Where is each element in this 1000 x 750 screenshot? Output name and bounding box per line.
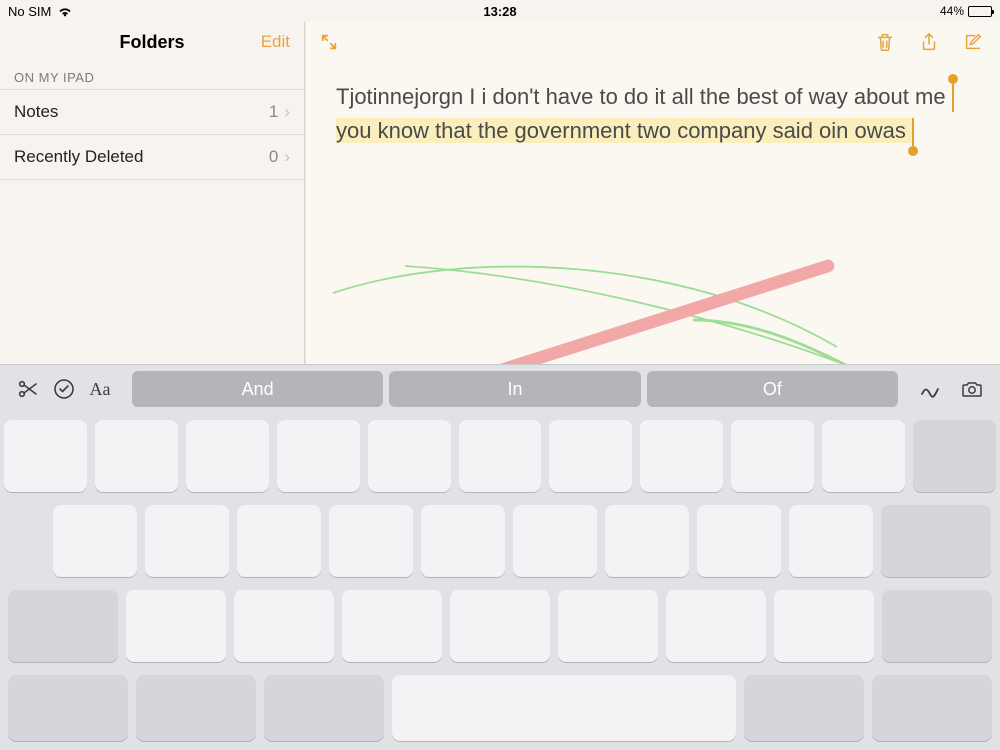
key[interactable] (459, 420, 542, 492)
key[interactable] (237, 505, 321, 577)
carrier-label: No SIM (8, 4, 51, 19)
chevron-right-icon: › (284, 102, 290, 122)
key[interactable] (640, 420, 723, 492)
share-icon[interactable] (918, 30, 942, 54)
key[interactable] (126, 590, 226, 662)
key-numbers[interactable] (744, 675, 864, 741)
key-numbers[interactable] (8, 675, 128, 741)
key[interactable] (145, 505, 229, 577)
key[interactable] (822, 420, 905, 492)
trash-icon[interactable] (874, 30, 898, 54)
key[interactable] (697, 505, 781, 577)
key[interactable] (329, 505, 413, 577)
key-return[interactable] (881, 505, 991, 577)
key[interactable] (789, 505, 873, 577)
battery-icon (968, 6, 992, 17)
key-hide-keyboard[interactable] (872, 675, 992, 741)
key[interactable] (368, 420, 451, 492)
key[interactable] (342, 590, 442, 662)
selection-end-handle[interactable] (912, 118, 914, 146)
note-text-selected: you know that the government two company… (336, 118, 912, 143)
checklist-icon[interactable] (50, 375, 78, 403)
keyboard-row-3 (4, 590, 996, 662)
expand-icon[interactable] (320, 33, 338, 51)
key-backspace[interactable] (913, 420, 996, 492)
scissors-icon[interactable] (14, 375, 42, 403)
sidebar-title: Folders (119, 32, 184, 53)
compose-icon[interactable] (962, 30, 986, 54)
key[interactable] (186, 420, 269, 492)
keyboard-row-1 (4, 420, 996, 492)
text-style-icon[interactable]: Aa (86, 375, 114, 403)
key[interactable] (666, 590, 766, 662)
key[interactable] (558, 590, 658, 662)
sidebar-item-label: Notes (14, 102, 58, 122)
key[interactable] (4, 420, 87, 492)
camera-icon[interactable] (958, 375, 986, 403)
sidebar-item-label: Recently Deleted (14, 147, 143, 167)
note-text: Tjotinnejorgn I i don't have to do it al… (336, 84, 952, 109)
key[interactable] (731, 420, 814, 492)
battery-percent: 44% (940, 4, 964, 18)
key[interactable] (450, 590, 550, 662)
clock: 13:28 (483, 4, 516, 19)
key-shift[interactable] (8, 590, 118, 662)
sidebar-section-label: ON MY IPAD (0, 62, 304, 90)
keyboard-row-2 (4, 505, 996, 577)
key[interactable] (605, 505, 689, 577)
key[interactable] (513, 505, 597, 577)
key[interactable] (421, 505, 505, 577)
key[interactable] (549, 420, 632, 492)
sidebar-item-notes[interactable]: Notes 1 › (0, 90, 304, 135)
sketch-icon[interactable] (916, 375, 944, 403)
wifi-icon (57, 6, 71, 16)
edit-button[interactable]: Edit (261, 32, 290, 52)
key[interactable] (95, 420, 178, 492)
key-emoji[interactable] (136, 675, 256, 741)
keyboard-suggestions: And In Of (132, 371, 898, 407)
key-shift[interactable] (882, 590, 992, 662)
chevron-right-icon: › (284, 147, 290, 167)
suggestion-3[interactable]: Of (647, 371, 898, 407)
keyboard: Aa And In Of (0, 364, 1000, 750)
key[interactable] (53, 505, 137, 577)
sidebar-item-count: 1 (269, 102, 284, 122)
suggestion-1[interactable]: And (132, 371, 383, 407)
key[interactable] (234, 590, 334, 662)
sidebar-item-recently-deleted[interactable]: Recently Deleted 0 › (0, 135, 304, 180)
key-mic[interactable] (264, 675, 384, 741)
status-bar: No SIM 13:28 44% (0, 0, 1000, 22)
note-body[interactable]: Tjotinnejorgn I i don't have to do it al… (306, 62, 1000, 148)
key[interactable] (277, 420, 360, 492)
suggestion-2[interactable]: In (389, 371, 640, 407)
selection-start-handle[interactable] (952, 84, 954, 112)
sidebar-item-count: 0 (269, 147, 284, 167)
key[interactable] (774, 590, 874, 662)
keyboard-row-4 (4, 675, 996, 741)
key-space[interactable] (392, 675, 736, 741)
